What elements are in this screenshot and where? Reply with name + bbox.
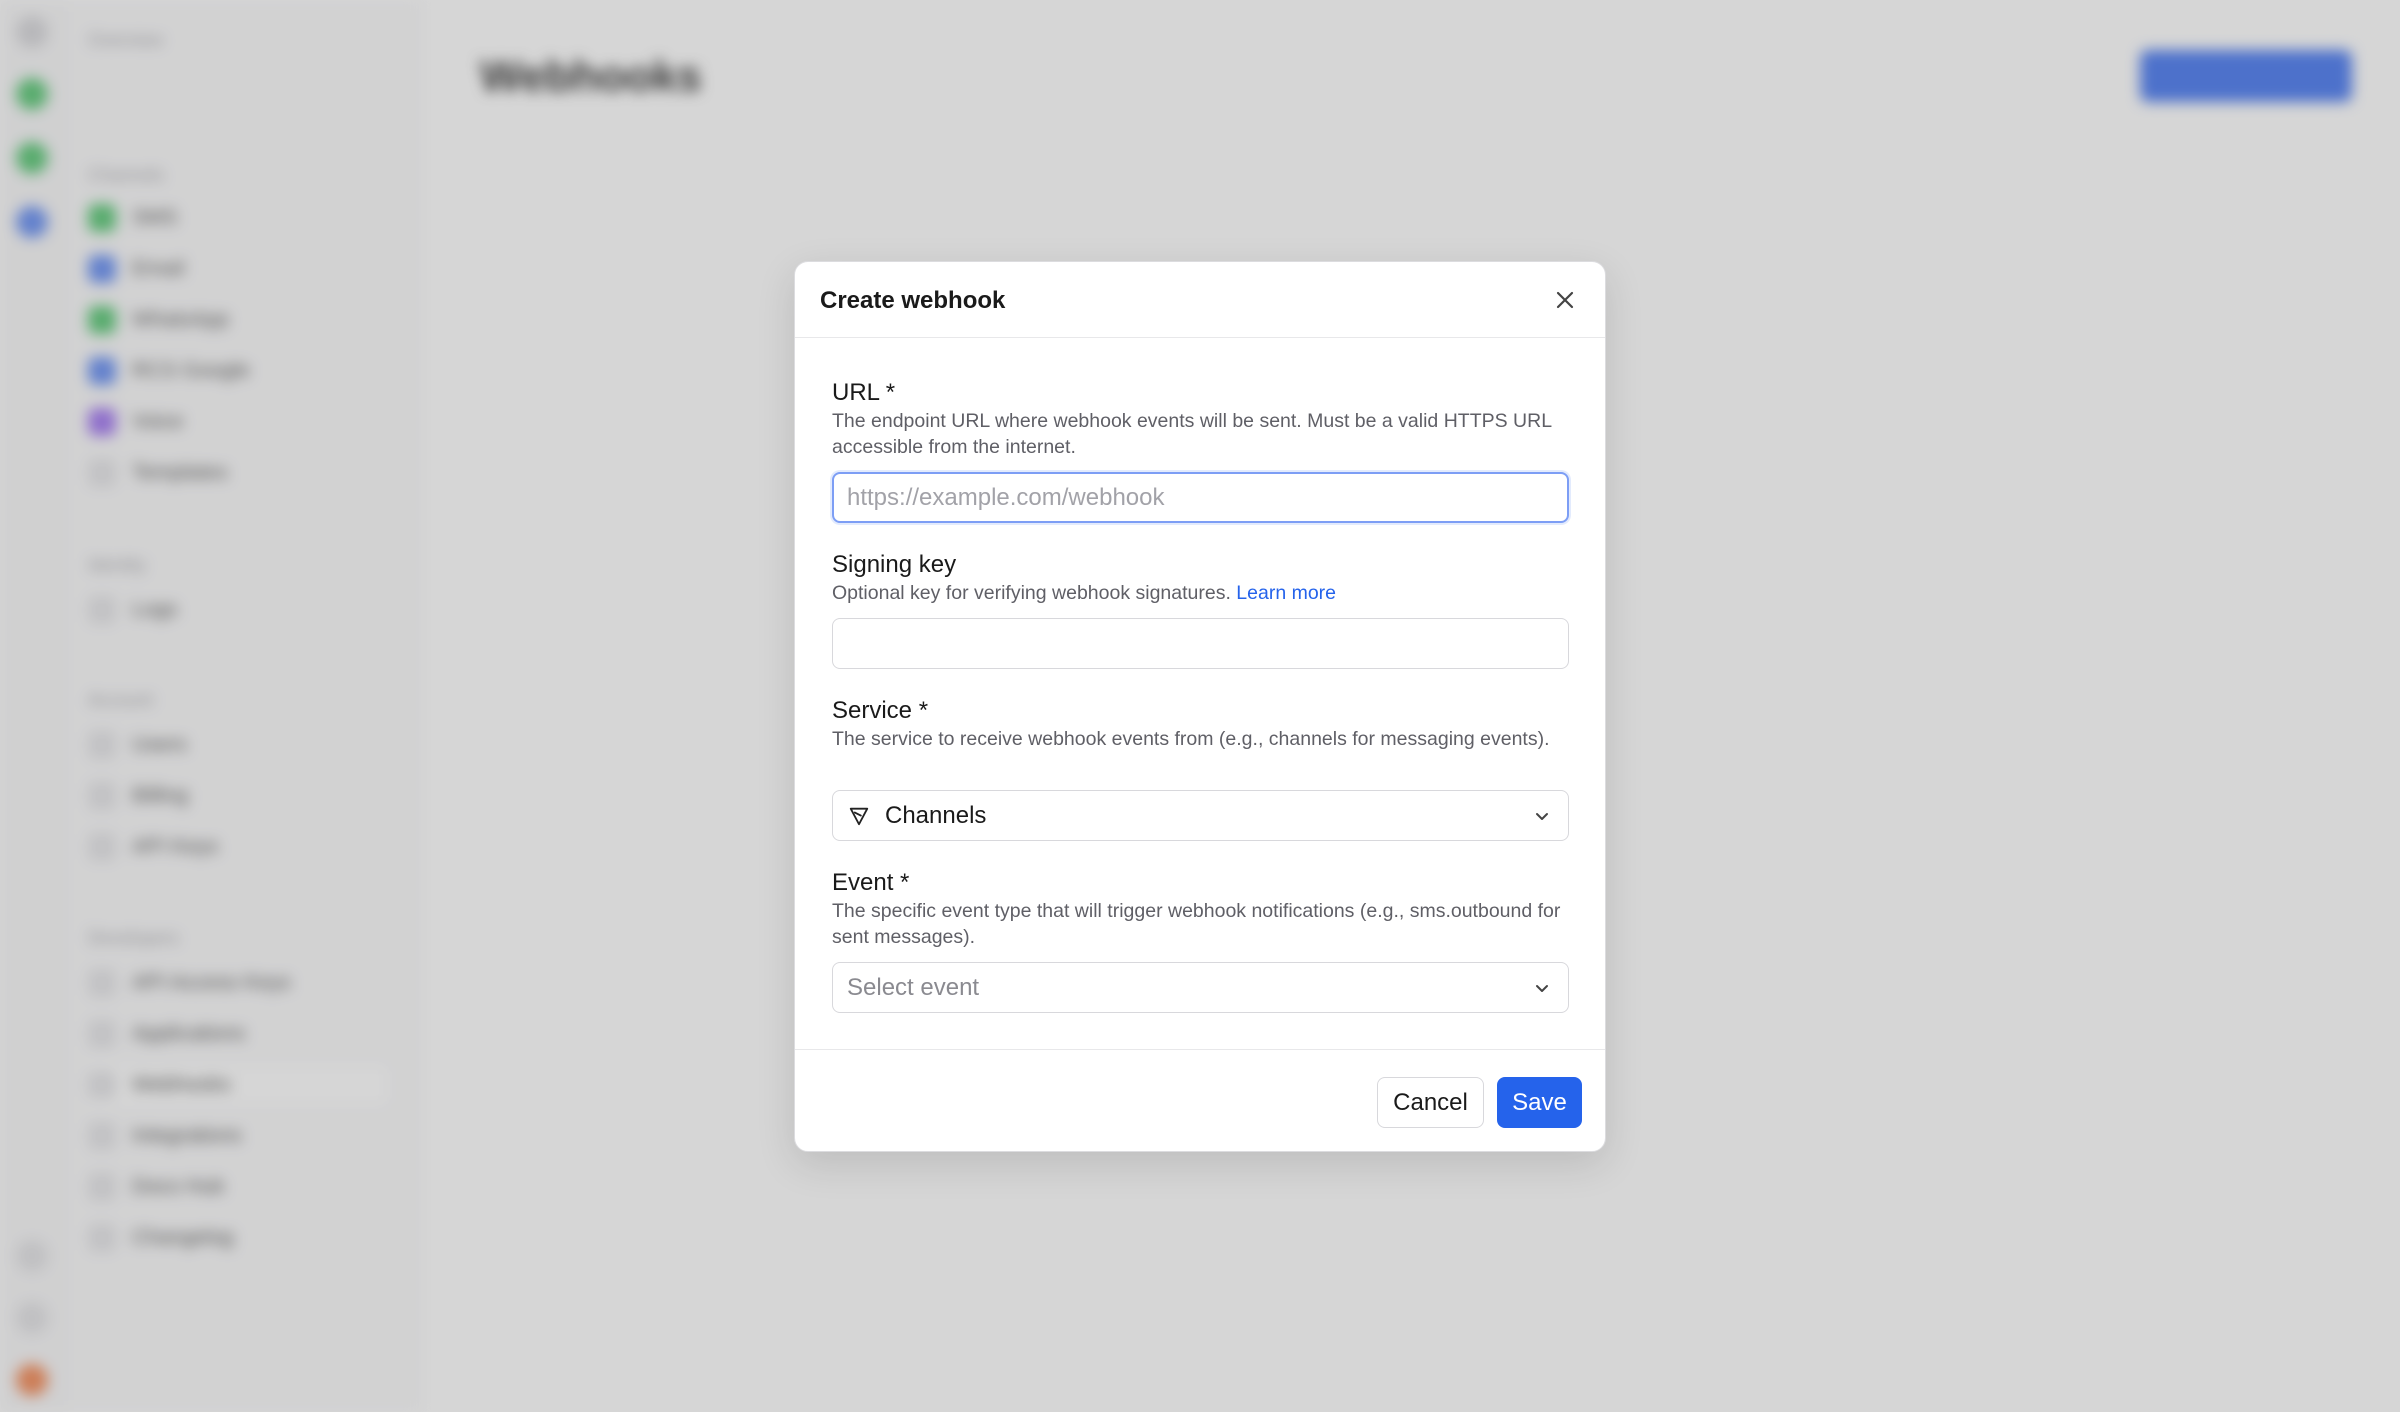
event-label: Event * [832,869,910,896]
service-select[interactable]: Channels [832,790,1569,841]
service-select-value: Channels [885,801,987,829]
dialog-footer: Cancel Save [795,1049,1605,1153]
learn-more-link[interactable]: Learn more [1236,582,1336,604]
close-button[interactable] [1551,286,1579,314]
dialog-header: Create webhook [795,262,1605,338]
url-description: The endpoint URL where webhook events wi… [832,410,1552,458]
dialog-title: Create webhook [820,287,1006,314]
url-label: URL * [832,379,896,406]
service-description: The service to receive webhook events fr… [832,728,1550,750]
event-select[interactable]: Select event [832,962,1569,1013]
signing-key-input[interactable] [832,618,1569,669]
signing-key-description-text: Optional key for verifying webhook signa… [832,582,1231,604]
signing-key-label: Signing key [832,551,957,578]
url-input[interactable] [832,472,1569,523]
close-icon [1556,291,1574,309]
chevron-down-icon [1530,804,1554,828]
save-button[interactable]: Save [1497,1077,1582,1128]
cancel-button[interactable]: Cancel [1377,1077,1484,1128]
send-icon [847,804,871,828]
chevron-down-icon [1530,976,1554,1000]
service-label: Service * [832,697,929,724]
event-description: The specific event type that will trigge… [832,900,1561,948]
create-webhook-dialog: Create webhook URL * The endpoint URL wh… [794,261,1606,1152]
event-select-placeholder: Select event [847,973,980,1001]
signing-key-description: Optional key for verifying webhook signa… [832,580,1562,606]
